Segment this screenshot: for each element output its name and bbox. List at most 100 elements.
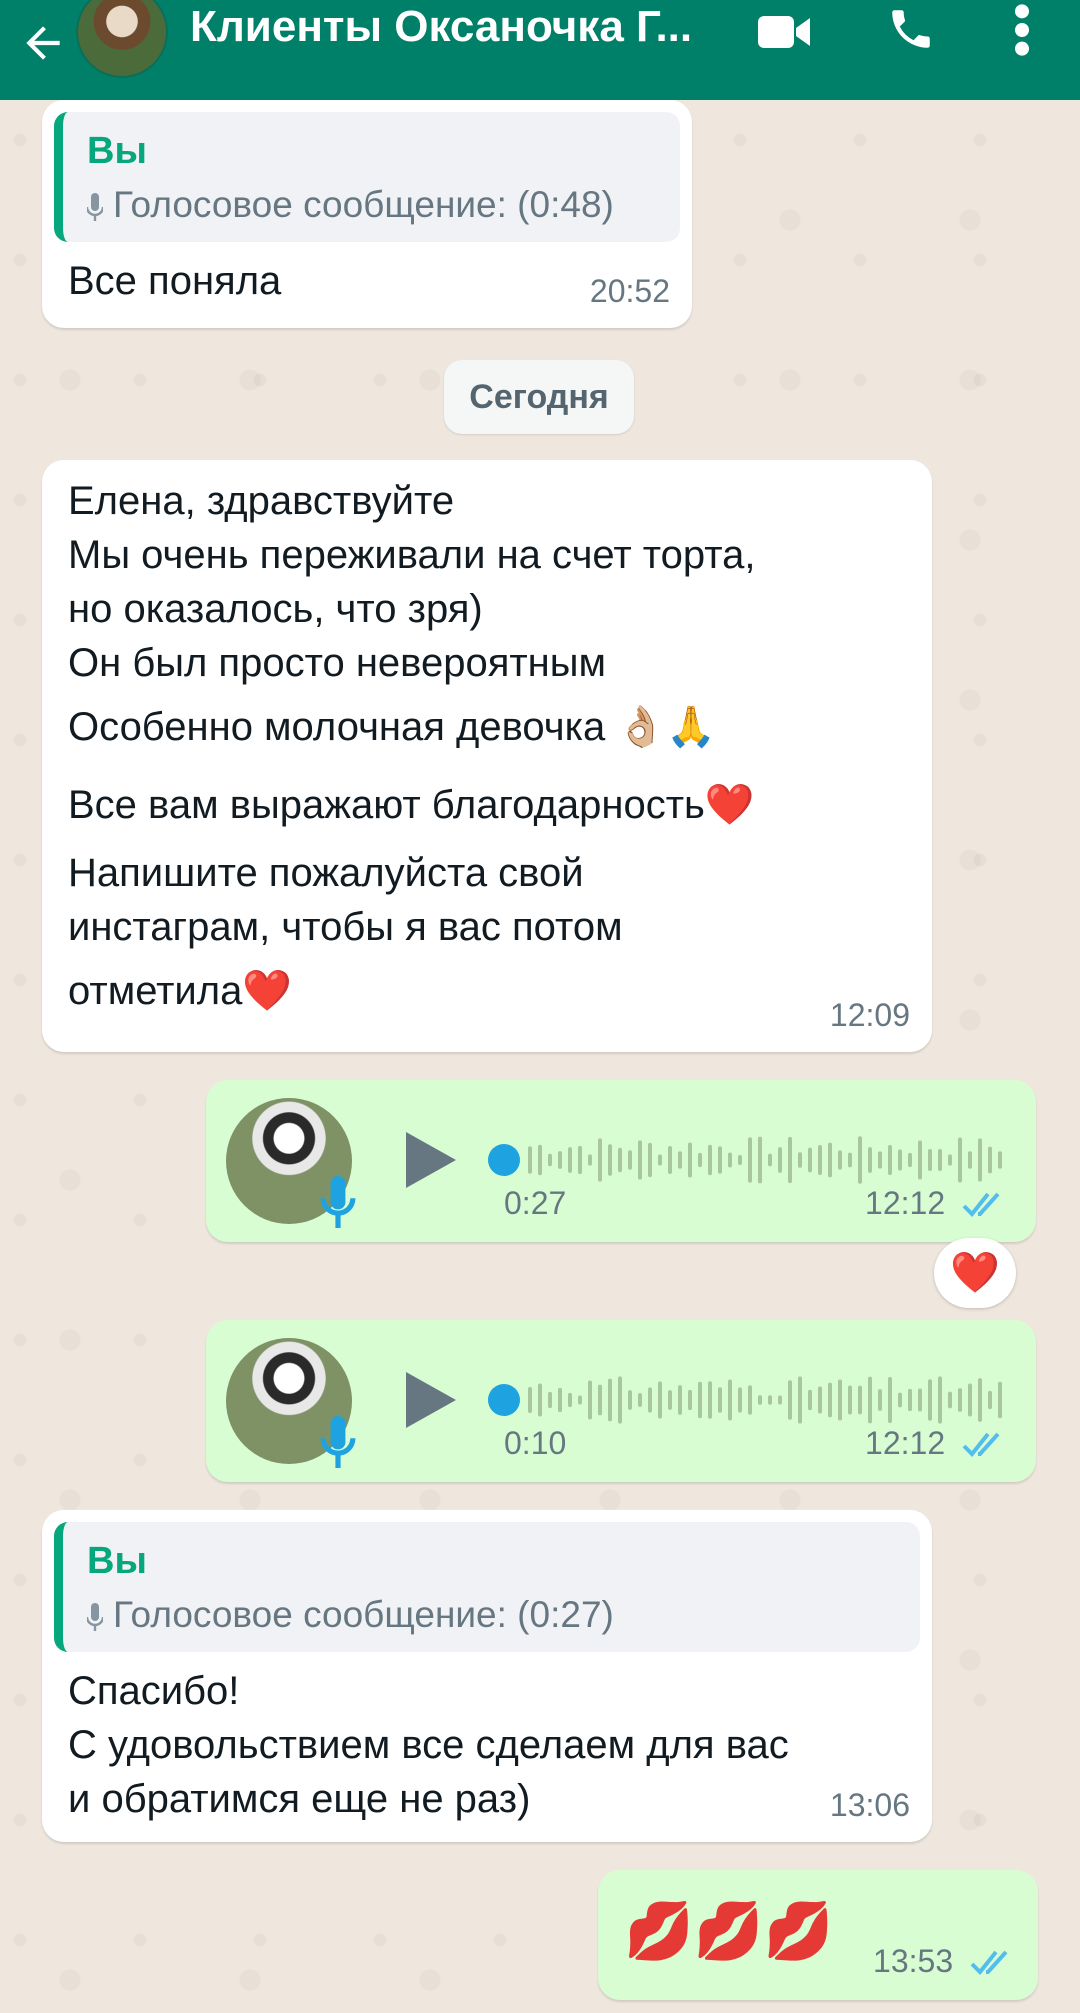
waveform-bar — [748, 1137, 752, 1183]
microphone-icon — [320, 1416, 356, 1468]
waveform-bar — [828, 1382, 832, 1418]
waveform-bar — [718, 1387, 722, 1413]
waveform-bar — [568, 1392, 572, 1408]
waveform-bar — [858, 1136, 862, 1184]
waveform-bar — [668, 1146, 672, 1174]
waveform-bar — [698, 1152, 702, 1168]
incoming-message[interactable]: Вы Голосовое сообщение: (0:27) Спасибо! … — [42, 1510, 932, 1842]
waveform-bar — [538, 1383, 542, 1417]
waveform-bar — [618, 1147, 622, 1173]
message-time: 13:06 — [829, 1787, 910, 1823]
date-divider: Сегодня — [444, 360, 634, 434]
waveform-bar — [598, 1138, 602, 1182]
waveform-bar — [898, 1392, 902, 1408]
waveform-bar — [738, 1154, 742, 1166]
read-receipt-icon — [970, 1950, 1008, 1975]
message-time: 12:09 — [829, 997, 910, 1033]
waveform-bar — [748, 1385, 752, 1415]
message-line: Спасибо! — [68, 1669, 240, 1713]
waveform-bar — [648, 1387, 652, 1413]
waveform-bar — [588, 1380, 592, 1420]
waveform-bar — [828, 1142, 832, 1178]
waveform-bar — [528, 1387, 532, 1413]
waveform-bar — [948, 1391, 952, 1409]
read-receipt-icon — [962, 1432, 1000, 1457]
incoming-message[interactable]: Вы Голосовое сообщение: (0:48) Все понял… — [42, 100, 692, 328]
waveform-bar — [758, 1136, 762, 1184]
chat-title[interactable]: Клиенты Оксаночка Г... — [190, 2, 692, 52]
waveform-bar — [878, 1151, 882, 1169]
waveform-bar — [998, 1381, 1002, 1419]
waveform-bar — [558, 1151, 562, 1169]
waveform-bar — [608, 1378, 612, 1422]
waveform-bar — [768, 1395, 772, 1405]
waveform-bar — [538, 1144, 542, 1176]
message-line: Он был просто невероятным — [68, 641, 607, 685]
outgoing-message[interactable]: 💋💋💋 13:53 — [598, 1870, 1038, 2000]
quote-text: Голосовое сообщение: (0:27) — [113, 1594, 614, 1635]
waveform-bar — [708, 1381, 712, 1419]
waveform-bar — [588, 1154, 592, 1166]
playback-position-dot[interactable] — [488, 1144, 520, 1176]
waveform-bar — [928, 1379, 932, 1421]
waveform-bar — [968, 1383, 972, 1417]
waveform-bar — [808, 1389, 812, 1411]
waveform-bar — [658, 1154, 662, 1166]
waveform-bar — [678, 1151, 682, 1169]
waveform-bar — [958, 1388, 962, 1412]
play-button[interactable] — [406, 1132, 456, 1188]
message-time: 12:12 — [865, 1425, 946, 1461]
waveform-bar — [778, 1147, 782, 1173]
waveform-bar — [918, 1388, 922, 1412]
voice-duration: 0:10 — [504, 1425, 567, 1461]
chat-header: Клиенты Оксаночка Г... — [0, 0, 1080, 100]
quoted-message[interactable]: Вы Голосовое сообщение: (0:48) — [54, 112, 680, 242]
outgoing-voice-message[interactable]: 0:10 12:12 — [206, 1320, 1036, 1482]
waveform-bar — [798, 1152, 802, 1168]
read-receipt-icon — [962, 1192, 1000, 1217]
contact-avatar[interactable] — [76, 0, 168, 78]
waveform-bar — [998, 1151, 1002, 1169]
microphone-icon — [87, 1603, 103, 1631]
message-time: 12:12 — [865, 1185, 946, 1221]
message-time: 20:52 — [589, 273, 670, 309]
quote-text: Голосовое сообщение: (0:48) — [113, 184, 614, 225]
waveform-bar — [788, 1136, 792, 1184]
waveform-bar — [758, 1395, 762, 1405]
waveform-bar — [848, 1152, 852, 1168]
waveform-bar — [708, 1144, 712, 1176]
video-camera-icon[interactable] — [756, 10, 812, 54]
waveform-bar — [608, 1144, 612, 1176]
playback-position-dot[interactable] — [488, 1384, 520, 1416]
arrow-left-icon[interactable] — [18, 18, 68, 68]
waveform-bar — [838, 1379, 842, 1421]
phone-icon[interactable] — [886, 4, 936, 54]
waveform-bar — [738, 1387, 742, 1413]
reaction-badge[interactable]: ❤️ — [934, 1238, 1016, 1308]
outgoing-voice-message[interactable]: 0:27 12:12 — [206, 1080, 1036, 1242]
quote-author: Вы — [87, 1540, 147, 1582]
incoming-message[interactable]: Елена, здравствуйте Мы очень переживали … — [42, 460, 932, 1052]
waveform-bar — [638, 1140, 642, 1180]
quote-author: Вы — [87, 130, 147, 172]
waveform-bar — [568, 1147, 572, 1173]
waveform-bar — [618, 1376, 622, 1424]
waveform-bar — [768, 1153, 772, 1167]
message-line: но оказалось, что зря) — [68, 587, 483, 631]
waveform-bar — [548, 1153, 552, 1167]
waveform-bar — [818, 1144, 822, 1176]
waveform-bar — [888, 1145, 892, 1175]
waveform-bar — [548, 1391, 552, 1409]
more-vertical-icon[interactable] — [1012, 2, 1032, 58]
waveform-bar — [788, 1380, 792, 1420]
quoted-message[interactable]: Вы Голосовое сообщение: (0:27) — [54, 1522, 920, 1652]
play-button[interactable] — [406, 1372, 456, 1428]
waveform-bar — [778, 1395, 782, 1405]
waveform-bar — [968, 1151, 972, 1169]
waveform-bar — [988, 1146, 992, 1174]
waveform-bar — [638, 1392, 642, 1408]
waveform-bar — [728, 1379, 732, 1421]
waveform-bar — [908, 1388, 912, 1412]
waveform-bar — [988, 1390, 992, 1410]
waveform-bar — [838, 1150, 842, 1170]
